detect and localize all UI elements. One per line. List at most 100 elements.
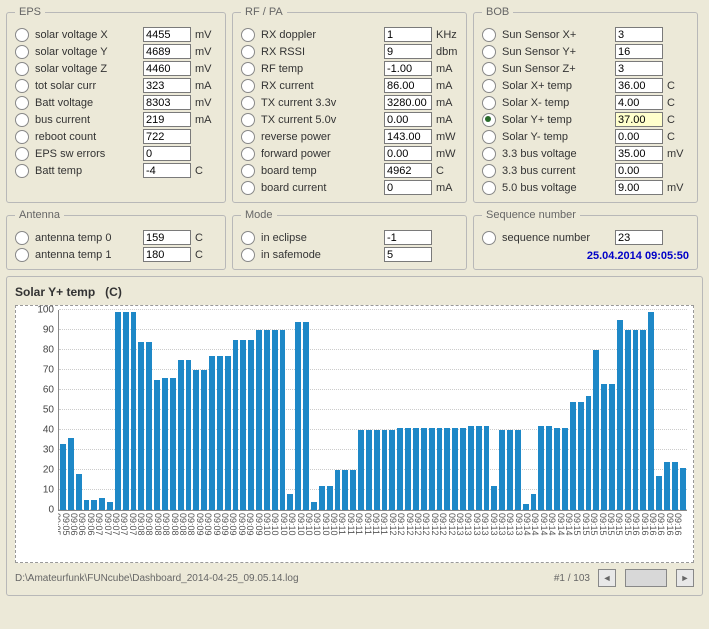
field-row: board currentmA <box>241 179 458 196</box>
radio-5.0-bus-voltage[interactable] <box>482 181 496 195</box>
field-value[interactable] <box>143 112 191 127</box>
radio-rx-doppler[interactable] <box>241 28 255 42</box>
field-value[interactable] <box>384 180 432 195</box>
radio-in-eclipse[interactable] <box>241 231 255 245</box>
radio-batt-temp[interactable] <box>15 164 29 178</box>
scroll-right-button[interactable]: ► <box>676 569 694 587</box>
field-label: Sun Sensor X+ <box>502 29 615 41</box>
field-value[interactable] <box>615 129 663 144</box>
field-value[interactable] <box>384 247 432 262</box>
field-value[interactable] <box>384 78 432 93</box>
chart-bar <box>664 462 670 510</box>
field-value[interactable] <box>384 146 432 161</box>
bob-legend: BOB <box>482 6 513 18</box>
radio-solar-x+-temp[interactable] <box>482 79 496 93</box>
radio-solar-y+-temp[interactable] <box>482 113 496 127</box>
radio-rx-current[interactable] <box>241 79 255 93</box>
chart-bar <box>335 470 341 510</box>
radio-batt-voltage[interactable] <box>15 96 29 110</box>
field-value[interactable] <box>615 230 663 245</box>
radio-board-temp[interactable] <box>241 164 255 178</box>
field-row: Solar X+ tempC <box>482 77 689 94</box>
field-value[interactable] <box>615 95 663 110</box>
radio-solar-y--temp[interactable] <box>482 130 496 144</box>
field-value[interactable] <box>615 112 663 127</box>
radio-antenna-temp-1[interactable] <box>15 248 29 262</box>
radio-rf-temp[interactable] <box>241 62 255 76</box>
field-value[interactable] <box>384 163 432 178</box>
chart-bar <box>303 322 309 510</box>
radio-reboot-count[interactable] <box>15 130 29 144</box>
chart-bar <box>554 428 560 510</box>
chart-bar <box>491 486 497 510</box>
radio-3.3-bus-voltage[interactable] <box>482 147 496 161</box>
radio-sun-sensor-z+[interactable] <box>482 62 496 76</box>
field-label: Solar X- temp <box>502 97 615 109</box>
chart-bar <box>421 428 427 510</box>
radio-tx-current-5.0v[interactable] <box>241 113 255 127</box>
field-value[interactable] <box>143 78 191 93</box>
radio-sun-sensor-x+[interactable] <box>482 28 496 42</box>
field-value[interactable] <box>143 247 191 262</box>
radio-solar-voltage-x[interactable] <box>15 28 29 42</box>
radio-sequence-number[interactable] <box>482 231 496 245</box>
field-row: RX currentmA <box>241 77 458 94</box>
field-value[interactable] <box>384 44 432 59</box>
radio-3.3-bus-current[interactable] <box>482 164 496 178</box>
field-row: Solar Y- tempC <box>482 128 689 145</box>
field-value[interactable] <box>615 163 663 178</box>
chart-bar <box>264 330 270 510</box>
field-row: antenna temp 1C <box>15 246 217 263</box>
field-value[interactable] <box>384 129 432 144</box>
field-value[interactable] <box>143 230 191 245</box>
field-row: TX current 3.3vmA <box>241 94 458 111</box>
field-value[interactable] <box>615 61 663 76</box>
field-value[interactable] <box>384 230 432 245</box>
field-value[interactable] <box>143 163 191 178</box>
field-value[interactable] <box>615 78 663 93</box>
radio-solar-voltage-y[interactable] <box>15 45 29 59</box>
radio-board-current[interactable] <box>241 181 255 195</box>
field-value[interactable] <box>615 146 663 161</box>
radio-solar-x--temp[interactable] <box>482 96 496 110</box>
field-value[interactable] <box>143 27 191 42</box>
field-unit: mA <box>195 114 217 126</box>
field-value[interactable] <box>384 95 432 110</box>
radio-tot-solar-curr[interactable] <box>15 79 29 93</box>
radio-bus-current[interactable] <box>15 113 29 127</box>
field-value[interactable] <box>143 146 191 161</box>
scroll-track[interactable] <box>625 569 667 587</box>
field-value[interactable] <box>615 180 663 195</box>
field-unit: C <box>667 114 689 126</box>
field-value[interactable] <box>615 44 663 59</box>
radio-in-safemode[interactable] <box>241 248 255 262</box>
chart-bar <box>201 370 207 510</box>
field-row: reboot count <box>15 128 217 145</box>
radio-eps-sw-errors[interactable] <box>15 147 29 161</box>
field-value[interactable] <box>143 61 191 76</box>
radio-sun-sensor-y+[interactable] <box>482 45 496 59</box>
field-value[interactable] <box>143 95 191 110</box>
radio-tx-current-3.3v[interactable] <box>241 96 255 110</box>
field-value[interactable] <box>143 129 191 144</box>
field-row: EPS sw errors <box>15 145 217 162</box>
scroll-left-button[interactable]: ◄ <box>598 569 616 587</box>
chart-bar <box>586 396 592 510</box>
field-label: EPS sw errors <box>35 148 143 160</box>
field-value[interactable] <box>615 27 663 42</box>
radio-antenna-temp-0[interactable] <box>15 231 29 245</box>
chart-bar <box>460 428 466 510</box>
radio-solar-voltage-z[interactable] <box>15 62 29 76</box>
field-unit: KHz <box>436 29 458 41</box>
radio-forward-power[interactable] <box>241 147 255 161</box>
field-unit: mV <box>667 148 689 160</box>
field-value[interactable] <box>384 61 432 76</box>
chart-bar <box>256 330 262 510</box>
field-row: reverse powermW <box>241 128 458 145</box>
field-value[interactable] <box>384 27 432 42</box>
field-row: bus currentmA <box>15 111 217 128</box>
field-value[interactable] <box>384 112 432 127</box>
radio-rx-rssi[interactable] <box>241 45 255 59</box>
field-value[interactable] <box>143 44 191 59</box>
radio-reverse-power[interactable] <box>241 130 255 144</box>
